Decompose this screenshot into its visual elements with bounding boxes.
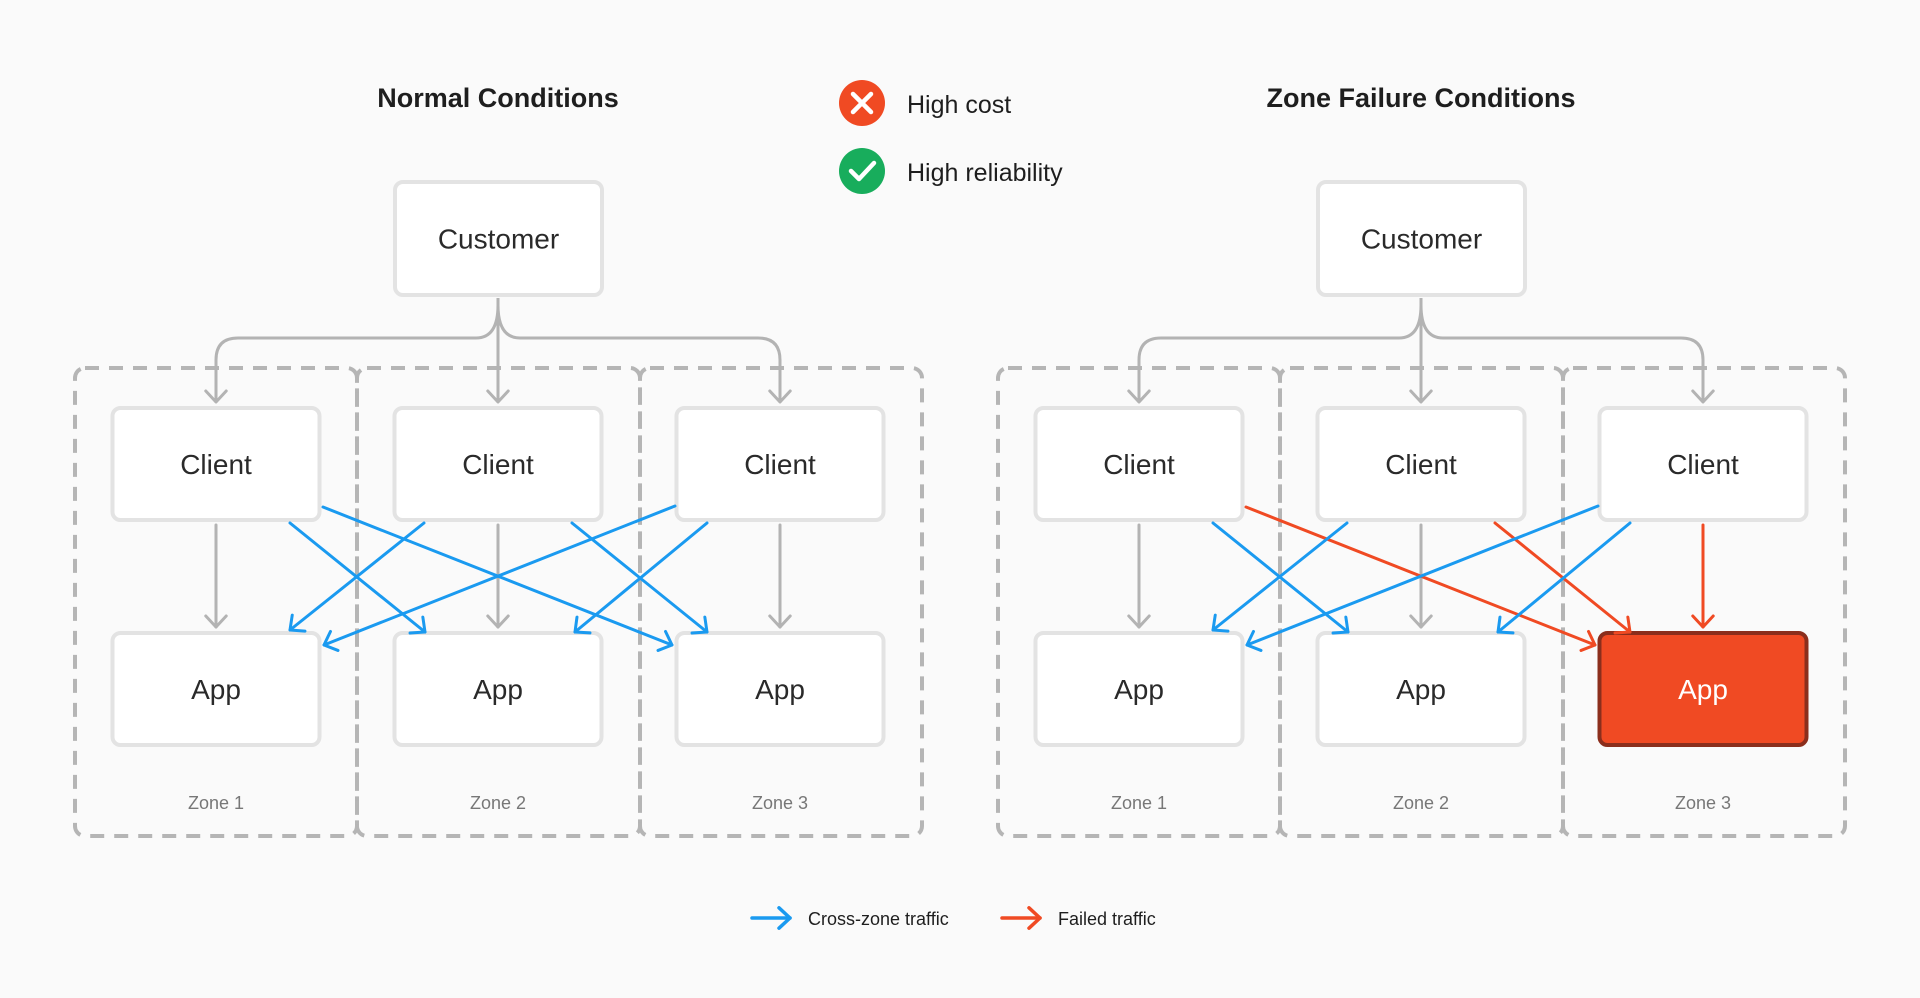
customer-box: Customer — [1316, 180, 1527, 297]
client-box: Client — [1315, 406, 1527, 522]
client-box: Client — [1033, 406, 1245, 522]
client-label: Client — [462, 449, 534, 480]
client-app-connections — [1127, 504, 1715, 652]
same-zone-arrow — [1127, 523, 1151, 629]
app-box: App — [1033, 631, 1245, 747]
client-label: Client — [1385, 449, 1457, 480]
traffic-legend-item-failed: Failed traffic — [1000, 906, 1156, 930]
app-box: App — [110, 631, 322, 747]
traffic-legend-label: Failed traffic — [1058, 909, 1156, 929]
traffic-legend-label: Cross-zone traffic — [808, 909, 949, 929]
status-legend-item-cost: High cost — [839, 80, 1011, 126]
zone-label: Zone 3 — [752, 793, 808, 813]
app-label: App — [1114, 674, 1164, 705]
diagram-title: Zone Failure Conditions — [1267, 83, 1576, 113]
status-legend-label: High reliability — [907, 159, 1063, 187]
normal-conditions-diagram: Normal Conditions Zone 1 Zone 2 Zone 3 Custo… — [73, 83, 924, 838]
client-app-connections — [204, 504, 792, 652]
customer-fanout-arrows — [1127, 298, 1715, 404]
status-legend: High cost High reliability — [839, 80, 1063, 194]
customer-label: Customer — [438, 224, 559, 255]
legend-arrow — [1000, 906, 1042, 930]
diagram-title: Normal Conditions — [377, 83, 619, 113]
app-box: App — [674, 631, 886, 747]
app-box: App — [1315, 631, 1527, 747]
customer-box: Customer — [393, 180, 604, 297]
app-box-failed: App — [1597, 631, 1809, 747]
same-zone-arrow — [768, 523, 792, 629]
zone-failure-conditions-diagram: Zone Failure Conditions Zone 1 Zone 2 Zone … — [996, 83, 1847, 838]
status-legend-item-reliability: High reliability — [839, 148, 1063, 194]
client-box: Client — [1597, 406, 1809, 522]
app-label: App — [755, 674, 805, 705]
fanout-branch — [1137, 304, 1423, 402]
blue-arrow-icon — [750, 906, 792, 930]
zone-label: Zone 2 — [470, 793, 526, 813]
diagram-canvas: High cost High reliability Normal Condit… — [73, 80, 1847, 930]
customer-fanout-arrows — [204, 298, 792, 404]
traffic-legend: Cross-zone traffic Failed traffic — [750, 906, 1156, 930]
zone-label: Zone 1 — [1111, 793, 1167, 813]
zone-label: Zone 3 — [1675, 793, 1731, 813]
client-label: Client — [1667, 449, 1739, 480]
app-label: App — [191, 674, 241, 705]
zone-label: Zone 2 — [1393, 793, 1449, 813]
client-box: Client — [674, 406, 886, 522]
customer-label: Customer — [1361, 224, 1482, 255]
app-label: App — [1396, 674, 1446, 705]
client-box: Client — [110, 406, 322, 522]
check-circle-icon — [839, 148, 885, 194]
same-zone-arrow — [204, 523, 228, 629]
client-label: Client — [1103, 449, 1175, 480]
fanout-branch — [214, 304, 500, 402]
client-box: Client — [392, 406, 604, 522]
app-box: App — [392, 631, 604, 747]
traffic-legend-item-cross-zone: Cross-zone traffic — [750, 906, 949, 930]
legend-arrow — [750, 906, 792, 930]
zone-label: Zone 1 — [188, 793, 244, 813]
app-label: App — [1678, 674, 1728, 705]
status-legend-label: High cost — [907, 91, 1011, 119]
client-label: Client — [744, 449, 816, 480]
failed-traffic-arrow — [1691, 523, 1715, 629]
client-label: Client — [180, 449, 252, 480]
app-label: App — [473, 674, 523, 705]
red-arrow-icon — [1000, 906, 1042, 930]
